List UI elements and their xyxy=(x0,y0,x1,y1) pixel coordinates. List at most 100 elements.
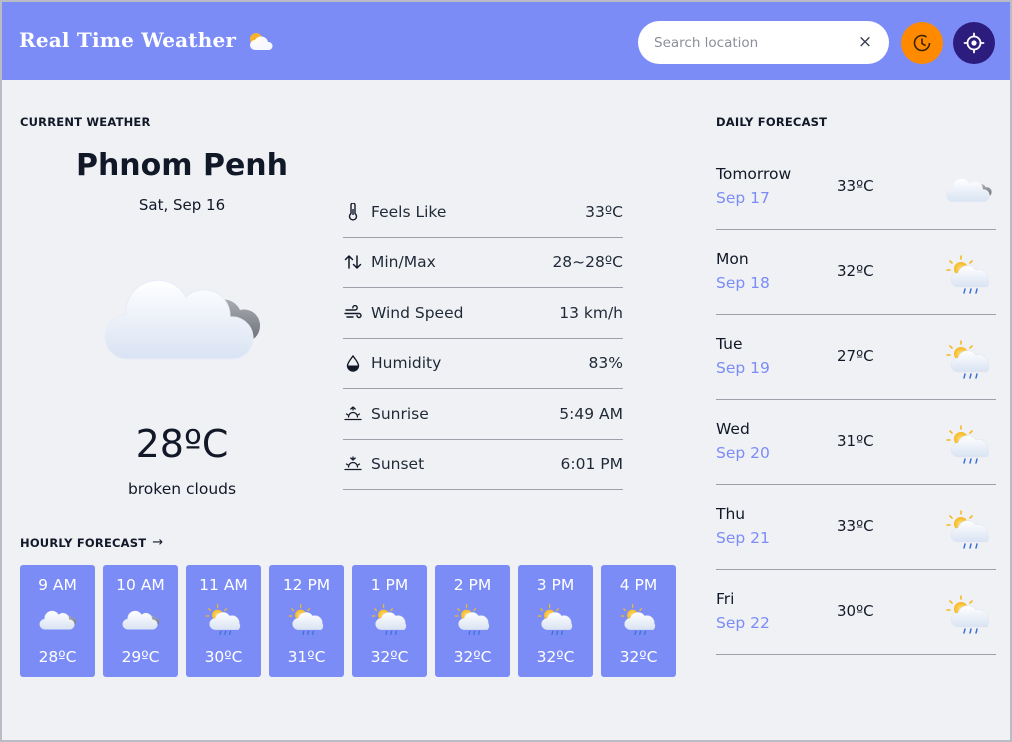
thermometer-icon xyxy=(343,202,363,222)
daily-row[interactable]: Tue Sep 19 27ºC xyxy=(716,315,996,400)
daily-day: Thu xyxy=(716,505,746,523)
detail-row-humidity: Humidity 83% xyxy=(343,339,623,389)
detail-row-min-max: Min/Max 28~28ºC xyxy=(343,238,623,288)
sun-rain-icon xyxy=(536,603,576,637)
hourly-temp: 29ºC xyxy=(121,648,160,666)
hourly-time: 11 AM xyxy=(199,576,248,594)
daily-date: Sep 19 xyxy=(716,359,770,377)
app-window: Real Time Weather × xyxy=(0,0,1012,742)
hourly-card[interactable]: 2 PM 32ºC xyxy=(435,565,510,677)
cloudy-icon xyxy=(121,603,161,637)
detail-value: 5:49 AM xyxy=(559,404,623,423)
daily-temp: 33ºC xyxy=(837,517,874,535)
daily-forecast-label: DAILY FORECAST xyxy=(716,115,828,129)
locate-button[interactable] xyxy=(953,22,995,64)
sun-rain-icon xyxy=(944,254,994,296)
sun-rain-icon xyxy=(944,339,994,381)
daily-date: Sep 22 xyxy=(716,614,770,632)
hourly-temp: 32ºC xyxy=(536,648,575,666)
daily-day: Tue xyxy=(716,335,743,353)
daily-date: Sep 21 xyxy=(716,529,770,547)
detail-value: 83% xyxy=(588,354,623,373)
sunrise-icon xyxy=(343,404,363,424)
current-weather-label: CURRENT WEATHER xyxy=(20,115,151,129)
hourly-temp: 28ºC xyxy=(38,648,77,666)
detail-row-wind-speed: Wind Speed 13 km/h xyxy=(343,288,623,339)
humidity-icon xyxy=(343,353,363,373)
hourly-temp: 31ºC xyxy=(287,648,326,666)
detail-value: 13 km/h xyxy=(559,303,623,322)
detail-label: Feels Like xyxy=(371,202,447,221)
hourly-time: 2 PM xyxy=(453,576,492,594)
sun-rain-icon xyxy=(287,603,327,637)
sun-rain-icon xyxy=(944,509,994,551)
hourly-card[interactable]: 10 AM 29ºC xyxy=(103,565,178,677)
daily-forecast-list: Tomorrow Sep 17 33ºC Mon Sep 18 32ºC Tue… xyxy=(716,145,996,655)
sunset-icon xyxy=(343,454,363,474)
app-title: Real Time Weather xyxy=(19,28,237,52)
hourly-card[interactable]: 12 PM 31ºC xyxy=(269,565,344,677)
min-max-icon xyxy=(343,252,363,272)
cloudy-icon xyxy=(98,264,268,374)
search-box: × xyxy=(638,21,889,64)
daily-row[interactable]: Wed Sep 20 31ºC xyxy=(716,400,996,485)
daily-temp: 31ºC xyxy=(837,432,874,450)
hourly-card[interactable]: 3 PM 32ºC xyxy=(518,565,593,677)
cloudy-icon xyxy=(944,169,994,211)
sun-cloud-icon xyxy=(250,33,273,50)
arrow-right-icon: → xyxy=(152,535,164,550)
detail-row-feels-like: Feels Like 33ºC xyxy=(343,187,623,238)
hourly-forecast-list: 9 AM 28ºC 10 AM 29ºC 11 AM 30ºC 12 PM 31… xyxy=(20,565,676,677)
hourly-forecast-link[interactable]: HOURLY FORECAST → xyxy=(20,535,163,550)
hourly-time: 9 AM xyxy=(38,576,77,594)
daily-row[interactable]: Tomorrow Sep 17 33ºC xyxy=(716,145,996,230)
sun-rain-icon xyxy=(453,603,493,637)
city-name: Phnom Penh xyxy=(75,148,289,183)
search-input[interactable] xyxy=(654,33,844,53)
daily-day: Fri xyxy=(716,590,735,608)
sun-rain-icon xyxy=(944,594,994,636)
hourly-time: 12 PM xyxy=(282,576,331,594)
detail-label: Min/Max xyxy=(371,253,436,272)
detail-value: 33ºC xyxy=(585,202,623,221)
detail-label: Sunset xyxy=(371,455,425,474)
daily-date: Sep 18 xyxy=(716,274,770,292)
hourly-card[interactable]: 4 PM 32ºC xyxy=(601,565,676,677)
daily-row[interactable]: Mon Sep 18 32ºC xyxy=(716,230,996,315)
daily-temp: 33ºC xyxy=(837,177,874,195)
sun-rain-icon xyxy=(204,603,244,637)
locate-icon xyxy=(963,32,985,54)
daily-day: Wed xyxy=(716,420,750,438)
detail-value: 6:01 PM xyxy=(560,455,623,474)
sun-rain-icon xyxy=(370,603,410,637)
daily-temp: 30ºC xyxy=(837,602,874,620)
detail-row-sunrise: Sunrise 5:49 AM xyxy=(343,389,623,440)
daily-temp: 27ºC xyxy=(837,347,874,365)
close-icon[interactable]: × xyxy=(855,32,875,52)
detail-row-sunset: Sunset 6:01 PM xyxy=(343,440,623,490)
hourly-card[interactable]: 11 AM 30ºC xyxy=(186,565,261,677)
hourly-forecast-label: HOURLY FORECAST xyxy=(20,535,147,550)
hourly-temp: 32ºC xyxy=(370,648,409,666)
hourly-time: 4 PM xyxy=(619,576,658,594)
wind-icon xyxy=(343,303,363,323)
top-bar: Real Time Weather × xyxy=(2,2,1010,80)
hourly-time: 3 PM xyxy=(536,576,575,594)
hourly-card[interactable]: 1 PM 32ºC xyxy=(352,565,427,677)
detail-label: Wind Speed xyxy=(371,303,464,322)
current-temperature: 28ºC xyxy=(135,422,229,466)
daily-row[interactable]: Fri Sep 22 30ºC xyxy=(716,570,996,655)
weather-details: Feels Like 33ºC Min/Max 28~28ºC Wind Spe… xyxy=(343,187,623,490)
daily-row[interactable]: Thu Sep 21 33ºC xyxy=(716,485,996,570)
history-icon xyxy=(913,34,931,52)
hourly-temp: 30ºC xyxy=(204,648,243,666)
hourly-temp: 32ºC xyxy=(619,648,658,666)
hourly-card[interactable]: 9 AM 28ºC xyxy=(20,565,95,677)
daily-temp: 32ºC xyxy=(837,262,874,280)
sun-rain-icon xyxy=(944,424,994,466)
sun-rain-icon xyxy=(619,603,659,637)
hourly-temp: 32ºC xyxy=(453,648,492,666)
history-button[interactable] xyxy=(901,22,943,64)
daily-date: Sep 20 xyxy=(716,444,770,462)
hourly-time: 1 PM xyxy=(370,576,409,594)
